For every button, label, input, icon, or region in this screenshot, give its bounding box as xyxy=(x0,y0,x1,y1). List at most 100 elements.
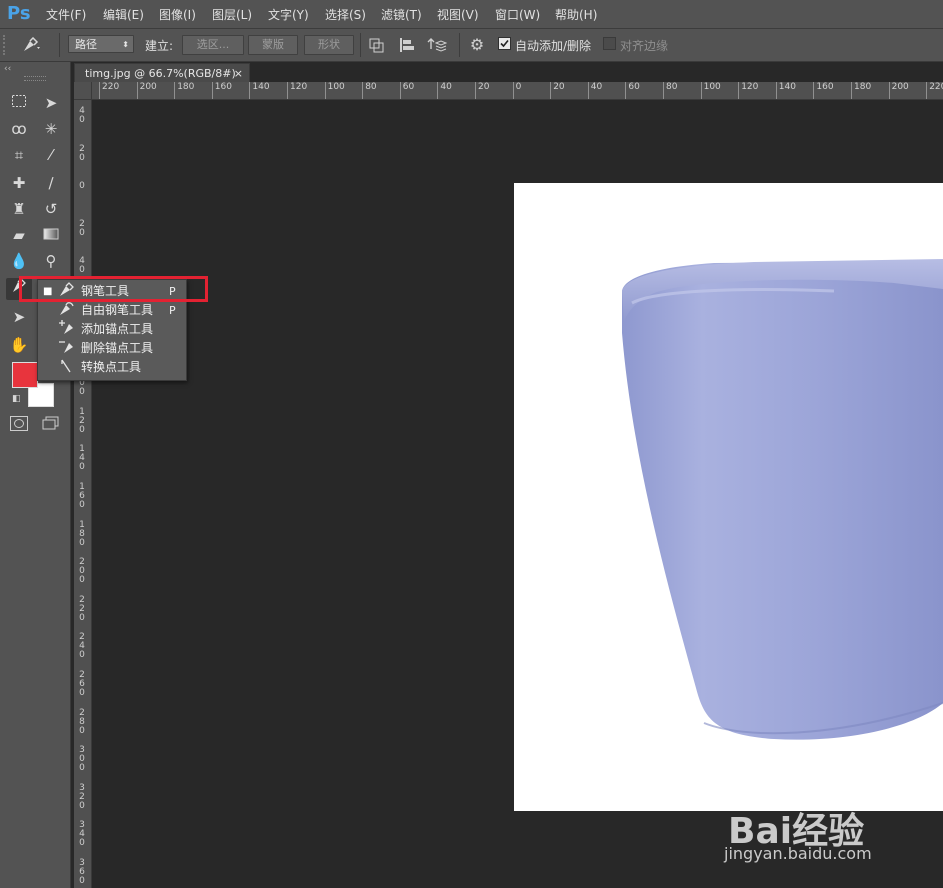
horizontal-ruler[interactable]: 220 200 180 160 140 120 100 80 60 40 20 0 20 40 60 80 10… xyxy=(74,82,943,100)
menu-select[interactable]: 选择(S) xyxy=(325,6,366,23)
ruler-tick-label: 120 xyxy=(738,82,759,99)
path-alignment-icon[interactable] xyxy=(396,37,418,57)
ruler-tick-label: 220 xyxy=(98,82,120,99)
close-tab-icon[interactable]: × xyxy=(234,64,243,83)
path-operations-icon[interactable] xyxy=(366,37,388,57)
hand-tool-icon[interactable]: ✋ xyxy=(6,334,32,356)
make-label: 建立: xyxy=(145,39,174,53)
gradient-icon[interactable] xyxy=(38,224,64,246)
path-arrangement-icon[interactable] xyxy=(426,37,448,57)
document-image[interactable] xyxy=(514,183,943,811)
ruler-tick-label: 2 8 0 xyxy=(79,707,85,736)
ruler-tick-label: 2 4 0 xyxy=(79,632,85,661)
magic-wand-icon[interactable]: ✳ xyxy=(38,118,64,140)
menu-view[interactable]: 视图(V) xyxy=(437,6,479,23)
eyedropper-icon[interactable]: ⁄ xyxy=(38,144,64,166)
ruler-tick-label: 200 xyxy=(888,82,909,99)
make-shape-button[interactable]: 形状 xyxy=(304,35,354,55)
mode-select[interactable]: 路径 ⬍ xyxy=(68,35,134,53)
cup-photo xyxy=(622,259,943,740)
ruler-tick-label: 180 xyxy=(174,82,195,99)
rectangular-marquee-icon[interactable] xyxy=(6,92,32,114)
menu-edit[interactable]: 编辑(E) xyxy=(103,6,144,23)
ruler-tick-label: 4 0 xyxy=(79,256,85,276)
ruler-tick-label: 40 xyxy=(437,82,452,99)
ruler-tick-label: 2 2 0 xyxy=(79,594,85,623)
brush-icon[interactable]: ∕ xyxy=(38,172,64,194)
menu-window[interactable]: 窗口(W) xyxy=(495,6,540,23)
dodge-icon[interactable]: ⚲ xyxy=(38,250,64,272)
auto-add-delete-label: 自动添加/删除 xyxy=(515,39,592,53)
ruler-tick-label: 20 xyxy=(550,82,565,99)
ruler-tick-label: 160 xyxy=(211,82,232,99)
ruler-tick-label: 1 8 0 xyxy=(79,519,85,548)
flyout-item-label: 添加锚点工具 xyxy=(81,322,154,336)
vertical-ruler[interactable]: 4 02 002 04 06 08 01 0 01 2 01 4 01 6 01… xyxy=(74,99,92,888)
flyout-item-label: 转换点工具 xyxy=(81,360,142,374)
ruler-tick-label: 0 xyxy=(79,181,85,192)
ruler-tick-label: 140 xyxy=(775,82,796,99)
ruler-tick-label: 1 2 0 xyxy=(79,406,85,435)
clone-stamp-icon[interactable]: ♜ xyxy=(6,198,32,220)
menu-help[interactable]: 帮助(H) xyxy=(555,6,597,23)
separator xyxy=(59,33,60,57)
auto-add-delete-checkbox[interactable] xyxy=(498,37,511,50)
ruler-origin[interactable] xyxy=(74,82,92,100)
ruler-tick-label: 0 xyxy=(512,82,522,99)
eraser-icon[interactable]: ▰ xyxy=(6,224,32,246)
options-grip[interactable] xyxy=(3,35,13,55)
ruler-tick-label: 3 4 0 xyxy=(79,820,85,849)
ruler-tick-label: 3 0 0 xyxy=(79,745,85,774)
foreground-color-swatch[interactable] xyxy=(12,362,38,388)
flyout-item-label: 删除锚点工具 xyxy=(81,341,154,355)
photoshop-logo: Ps xyxy=(7,3,31,24)
ruler-tick-label: 120 xyxy=(286,82,308,99)
checkmark-icon xyxy=(500,39,509,48)
screen-mode-icon[interactable] xyxy=(42,416,60,430)
flyout-item-1[interactable]: 自由钢笔工具 P xyxy=(38,301,186,320)
collapse-arrows-icon[interactable]: ‹‹ xyxy=(4,64,11,74)
ruler-tick-label: 2 0 xyxy=(79,143,85,163)
ruler-tick-label: 180 xyxy=(850,82,872,99)
document-tab[interactable]: timg.jpg @ 66.7%(RGB/8#) × xyxy=(74,63,250,82)
make-selection-button[interactable]: 选区... xyxy=(182,35,244,55)
flyout-item-3[interactable]: 删除锚点工具 xyxy=(38,339,186,358)
menu-file[interactable]: 文件(F) xyxy=(46,6,86,23)
ruler-tick-label: 3 6 0 xyxy=(79,858,85,886)
updown-arrow-icon: ⬍ xyxy=(122,40,129,49)
mode-select-value: 路径 xyxy=(75,38,97,51)
ruler-tick-label: 80 xyxy=(362,82,377,99)
toolbox-grip[interactable] xyxy=(24,76,46,81)
ruler-tick-label: 3 2 0 xyxy=(79,782,85,811)
align-edges-checkbox[interactable] xyxy=(603,37,616,50)
pen-tool-preset-icon[interactable] xyxy=(20,36,42,57)
options-bar: 路径 ⬍ 建立: 选区... 蒙版 形状 ⚙ 自动添加/删除 对齐边缘 xyxy=(0,29,943,62)
make-mask-button[interactable]: 蒙版 xyxy=(248,35,298,55)
flyout-item-label: 自由钢笔工具 xyxy=(81,303,154,317)
menu-image[interactable]: 图像(I) xyxy=(159,6,196,23)
default-colors-icon[interactable]: ◧ xyxy=(12,394,21,404)
flyout-item-4[interactable]: 转换点工具 xyxy=(38,358,186,377)
crop-icon[interactable]: ⌗ xyxy=(6,144,32,166)
menu-layer[interactable]: 图层(L) xyxy=(212,6,252,23)
lasso-icon[interactable]: ꝏ xyxy=(6,118,32,140)
history-brush-icon[interactable]: ↺ xyxy=(38,198,64,220)
healing-brush-icon[interactable]: ✚ xyxy=(6,172,32,194)
ruler-tick-label: 1 6 0 xyxy=(79,482,85,510)
separator xyxy=(360,33,361,57)
quick-mask-icon[interactable] xyxy=(10,416,28,431)
ruler-tick-label: 2 6 0 xyxy=(79,670,85,698)
menu-type[interactable]: 文字(Y) xyxy=(268,6,309,23)
ruler-tick-label: 2 0 0 xyxy=(79,557,85,586)
convert-point-icon xyxy=(58,358,78,380)
menu-filter[interactable]: 滤镜(T) xyxy=(381,6,422,23)
move-tool-icon[interactable]: ➤ xyxy=(38,92,64,114)
ruler-tick-label: 60 xyxy=(625,82,640,99)
document-title: timg.jpg @ 66.7%(RGB/8#) xyxy=(85,67,236,80)
flyout-item-2[interactable]: 添加锚点工具 xyxy=(38,320,186,339)
blur-icon[interactable]: 💧 xyxy=(6,250,32,272)
gear-icon[interactable]: ⚙ xyxy=(466,37,488,53)
path-selection-icon[interactable]: ➤ xyxy=(6,306,32,328)
ruler-tick-label: 200 xyxy=(136,82,157,99)
toolbox-panel: ‹‹ ➤ ꝏ ✳ ⌗ ⁄ ✚ ∕ ♜ ↺ ▰ 💧 ⚲ ➤ ✋ ◧ xyxy=(0,62,71,888)
